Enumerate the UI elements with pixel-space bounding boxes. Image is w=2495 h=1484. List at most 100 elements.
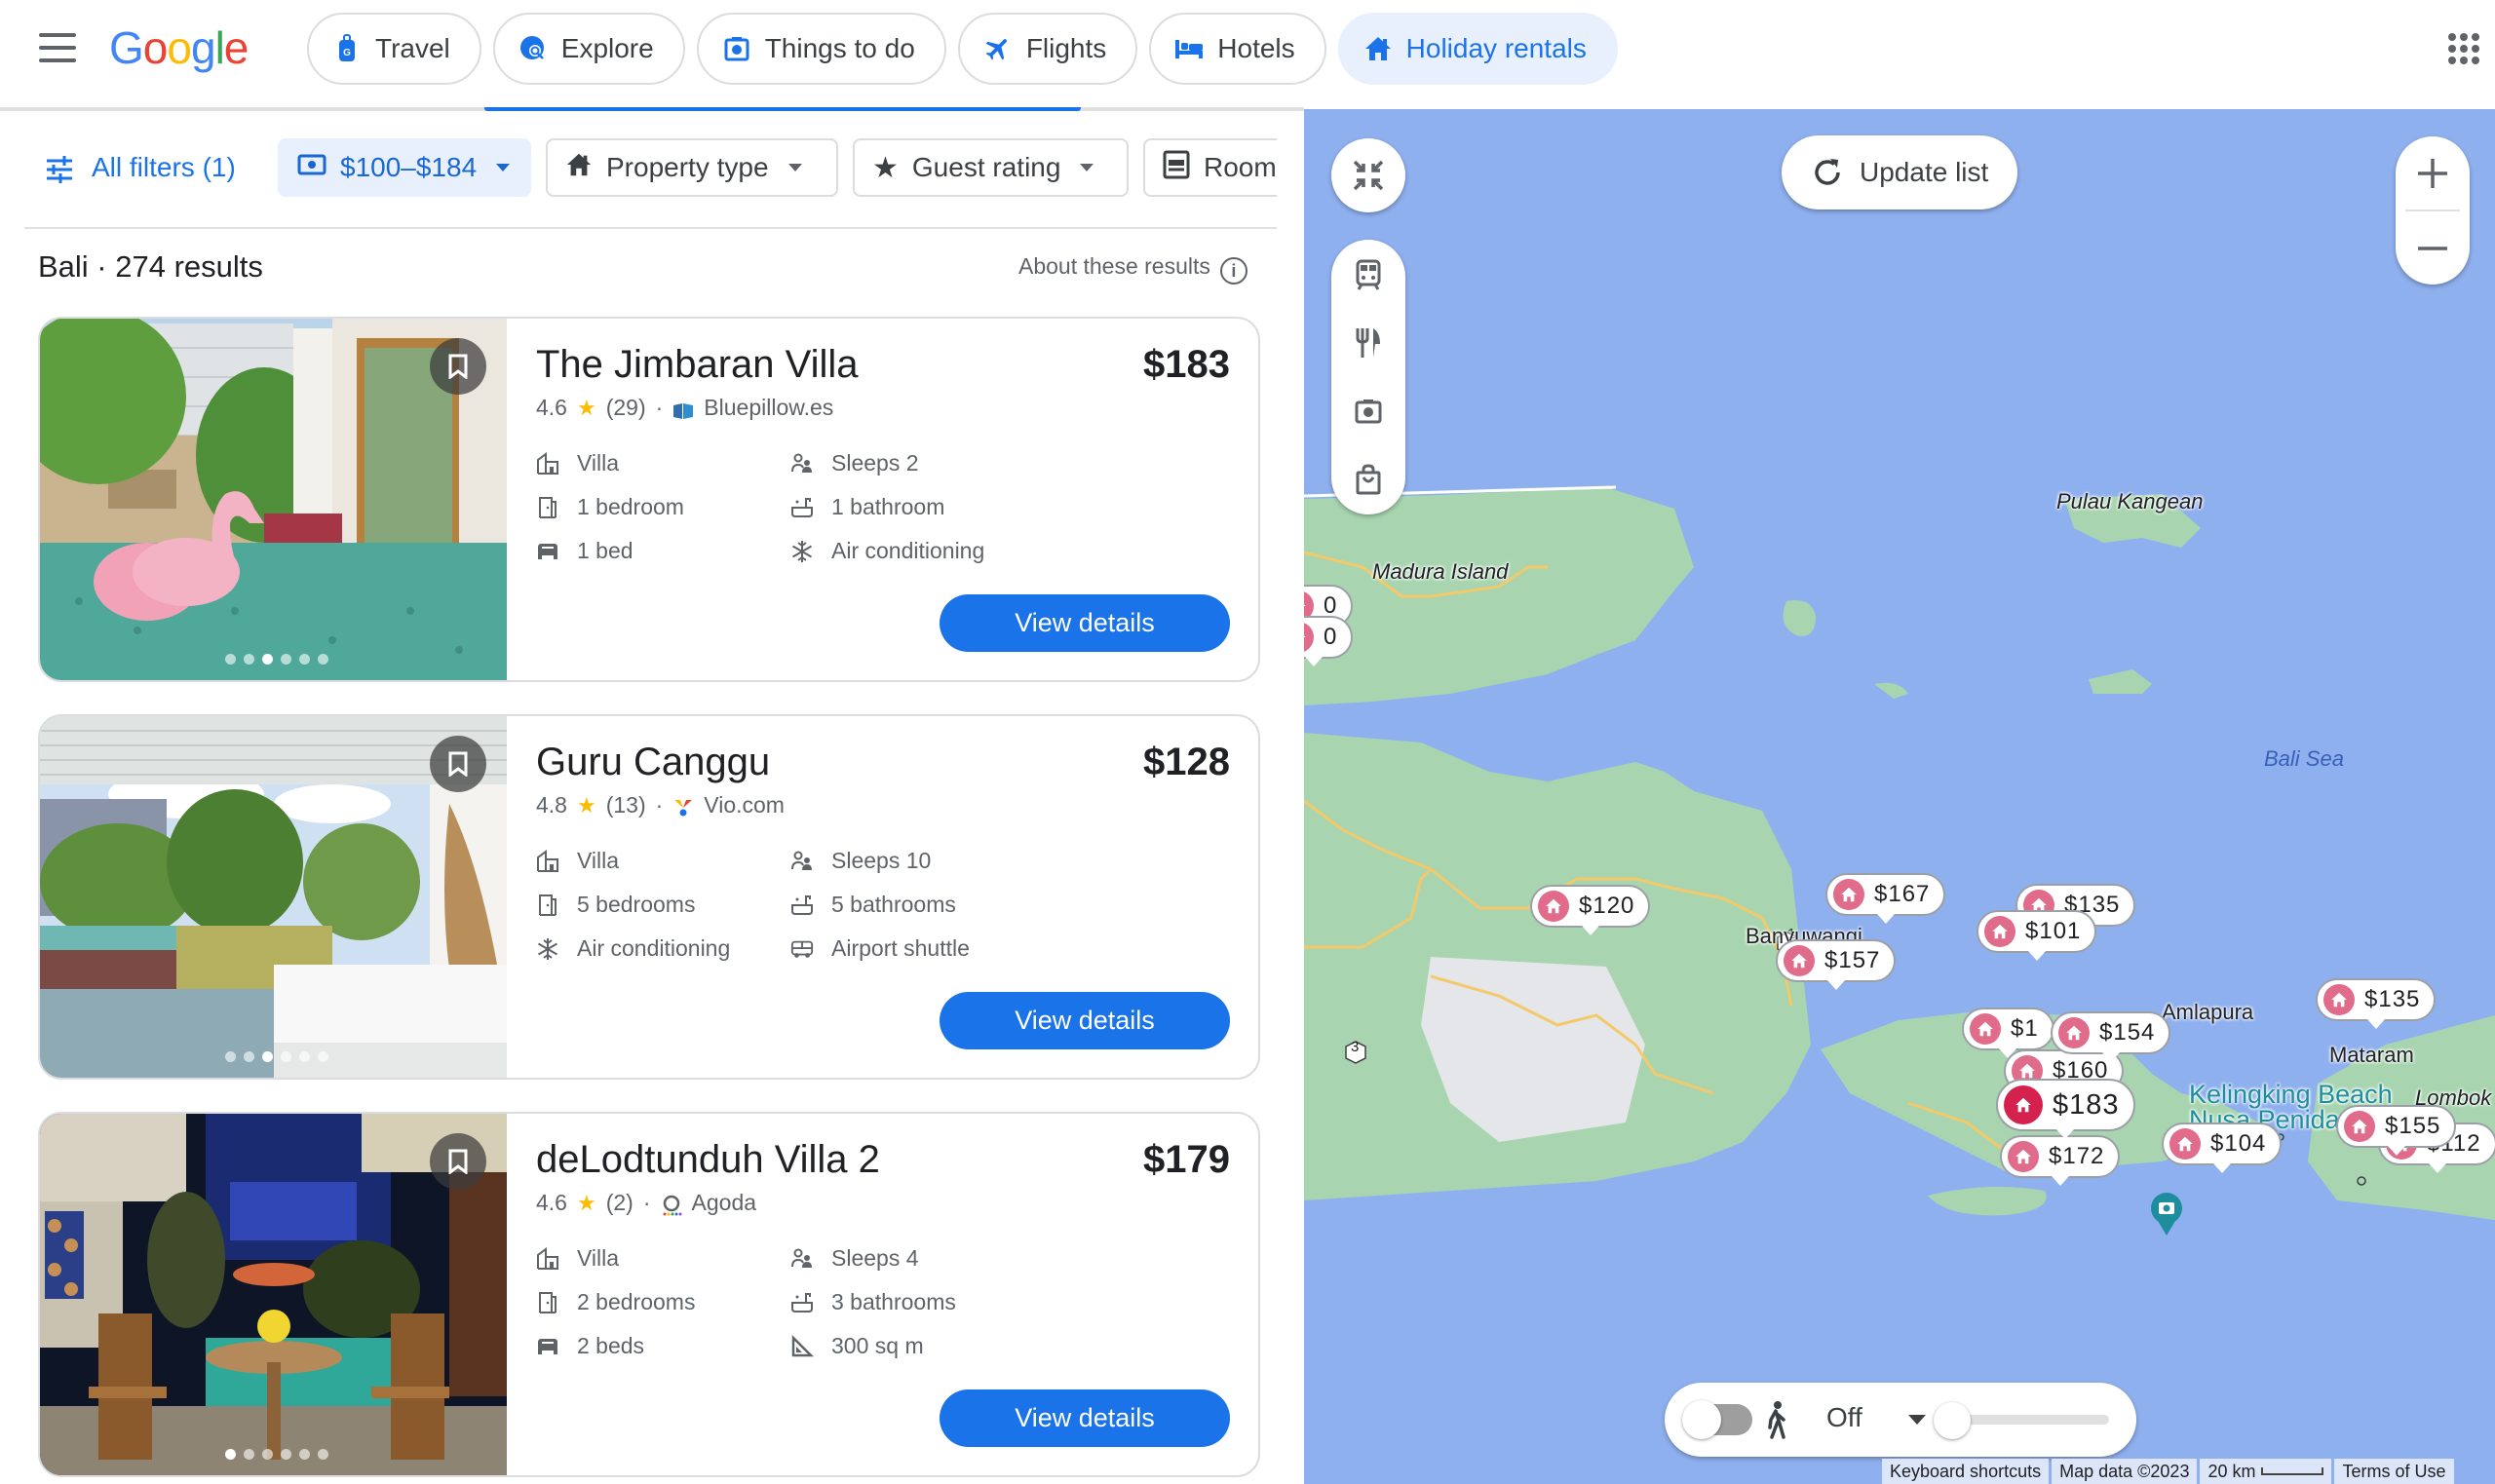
carousel-dot[interactable] — [281, 1449, 291, 1460]
carousel-dot[interactable] — [318, 1449, 328, 1460]
carousel-dot[interactable] — [244, 1051, 254, 1062]
tab-explore[interactable]: Explore — [492, 13, 685, 85]
keyboard-shortcuts-link[interactable]: Keyboard shortcuts — [1882, 1459, 2050, 1484]
shopping-layer-button[interactable] — [1349, 458, 1388, 501]
price-filter[interactable]: $100–$184 — [278, 138, 531, 197]
amenity-item: 1 bathroom — [790, 494, 944, 520]
carousel-dot[interactable] — [281, 1051, 291, 1062]
listing-photo[interactable] — [40, 716, 507, 1078]
travel-time-toggle[interactable] — [1682, 1400, 1752, 1439]
listing-card[interactable]: The Jimbaran Villa $183 4.6 ★ (29) · Blu… — [38, 317, 1260, 682]
zoom-out-button[interactable] — [2396, 211, 2470, 285]
save-button[interactable] — [430, 1133, 486, 1190]
price-pin[interactable]: 0 — [1304, 616, 1354, 666]
attractions-layer-button[interactable] — [1349, 390, 1388, 433]
update-list-button[interactable]: Update list — [1782, 135, 2018, 209]
zoom-in-button[interactable] — [2396, 136, 2470, 209]
tab-flights[interactable]: Flights — [957, 13, 1138, 85]
carousel-dot[interactable] — [225, 1051, 236, 1062]
photo-carousel-dots[interactable] — [225, 1051, 328, 1062]
price-pin[interactable]: $1 — [1962, 1008, 2054, 1058]
listing-photo[interactable] — [40, 1114, 507, 1475]
amenity-item: Airport shuttle — [790, 935, 970, 962]
restaurants-layer-button[interactable] — [1349, 322, 1388, 364]
map-scale-label: 20 km — [2207, 1461, 2256, 1481]
price-pin[interactable]: $154 — [2051, 1011, 2171, 1062]
google-logo[interactable]: Google — [109, 21, 249, 74]
review-count: (29) — [605, 395, 646, 420]
tab-things-to-do[interactable]: Things to do — [696, 13, 946, 85]
carousel-dot[interactable] — [244, 654, 254, 665]
price-pin-label: $155 — [2385, 1113, 2441, 1139]
price-pin[interactable]: $101 — [1977, 910, 2097, 961]
price-pin[interactable]: $157 — [1776, 939, 1897, 990]
save-button[interactable] — [430, 338, 486, 395]
travel-time-slider[interactable] — [1947, 1415, 2109, 1425]
amenity-item: 3 bathrooms — [790, 1289, 956, 1315]
rating-value: 4.6 — [536, 395, 567, 420]
carousel-dot[interactable] — [262, 1051, 273, 1062]
google-apps-icon[interactable] — [2448, 33, 2479, 64]
photo-carousel-dots[interactable] — [225, 654, 328, 665]
save-button[interactable] — [430, 736, 486, 792]
carousel-dot[interactable] — [318, 1051, 328, 1062]
all-filters-button[interactable]: All filters (1) — [0, 138, 253, 197]
listing-photo[interactable] — [40, 319, 507, 680]
carousel-dot[interactable] — [299, 654, 310, 665]
carousel-dot[interactable] — [225, 1449, 236, 1460]
price-pin[interactable]: $155 — [2336, 1105, 2457, 1156]
property-type-filter[interactable]: Property type — [546, 138, 838, 197]
carousel-dot[interactable] — [262, 1449, 273, 1460]
tab-hotels[interactable]: Hotels — [1149, 13, 1326, 85]
carousel-dot[interactable] — [262, 654, 273, 665]
guest-rating-filter[interactable]: ★ Guest rating — [853, 138, 1129, 197]
map-label-amlapura: Amlapura — [2162, 1000, 2254, 1024]
tab-travel[interactable]: G Travel — [307, 13, 481, 85]
carousel-dot[interactable] — [318, 654, 328, 665]
listing-name[interactable]: deLodtunduh Villa 2 — [536, 1138, 880, 1182]
view-details-button[interactable]: View details — [940, 594, 1230, 652]
listing-card[interactable]: deLodtunduh Villa 2 $179 4.6 ★ (2) · Ago… — [38, 1112, 1260, 1477]
view-details-button[interactable]: View details — [940, 992, 1230, 1049]
bed-icon — [1174, 34, 1204, 63]
photo-carousel-dots[interactable] — [225, 1449, 328, 1460]
people-icon — [790, 850, 814, 873]
map[interactable]: 1 3 Madura Island Pulau Kangean Bali Sea… — [1304, 109, 2495, 1484]
price-pin[interactable]: $167 — [1825, 873, 1946, 924]
house-icon — [2323, 984, 2355, 1015]
travel-time-slider-handle[interactable] — [1934, 1402, 1971, 1439]
transit-layer-button[interactable] — [1349, 253, 1388, 296]
amenity-item: 300 sq m — [790, 1333, 924, 1359]
listing-card[interactable]: Guru Canggu $128 4.8 ★ (13) · Vio.com Vi… — [38, 714, 1260, 1080]
collapse-map-button[interactable] — [1331, 138, 1405, 212]
provider-name: Agoda — [691, 1190, 757, 1215]
price-pin[interactable]: $104 — [2162, 1123, 2283, 1173]
price-pin[interactable]: $135 — [2316, 978, 2437, 1029]
view-details-button[interactable]: View details — [940, 1389, 1230, 1447]
about-results-link[interactable]: About these results i — [1018, 247, 1248, 285]
tab-holiday-rentals[interactable]: Holiday rentals — [1337, 13, 1618, 85]
price-pin[interactable]: $120 — [1530, 885, 1651, 935]
rating-value: 4.8 — [536, 792, 567, 818]
travel-mode-dropdown[interactable] — [1908, 1415, 1926, 1425]
terms-of-use-link[interactable]: Terms of Use — [2334, 1459, 2454, 1484]
rating-value: 4.6 — [536, 1190, 567, 1215]
carousel-dot[interactable] — [281, 654, 291, 665]
listing-price: $128 — [1143, 741, 1230, 783]
carousel-dot[interactable] — [299, 1449, 310, 1460]
price-pin-label: $172 — [2049, 1143, 2105, 1169]
carousel-dot[interactable] — [244, 1449, 254, 1460]
carousel-dot[interactable] — [299, 1051, 310, 1062]
amenity-item: 2 beds — [536, 1333, 644, 1359]
map-label-madura: Madura Island — [1372, 559, 1509, 584]
bookmark-icon — [448, 354, 468, 379]
main-menu-button[interactable] — [39, 33, 76, 62]
listing-name[interactable]: Guru Canggu — [536, 741, 770, 784]
price-pin[interactable]: $172 — [2000, 1135, 2121, 1186]
scale-bar — [2261, 1467, 2324, 1475]
price-pin-selected[interactable]: $183 — [1996, 1079, 2135, 1139]
map-scale[interactable]: 20 km — [2200, 1459, 2332, 1484]
rooms-filter[interactable]: Room — [1143, 138, 1277, 197]
listing-name[interactable]: The Jimbaran Villa — [536, 343, 859, 387]
carousel-dot[interactable] — [225, 654, 236, 665]
